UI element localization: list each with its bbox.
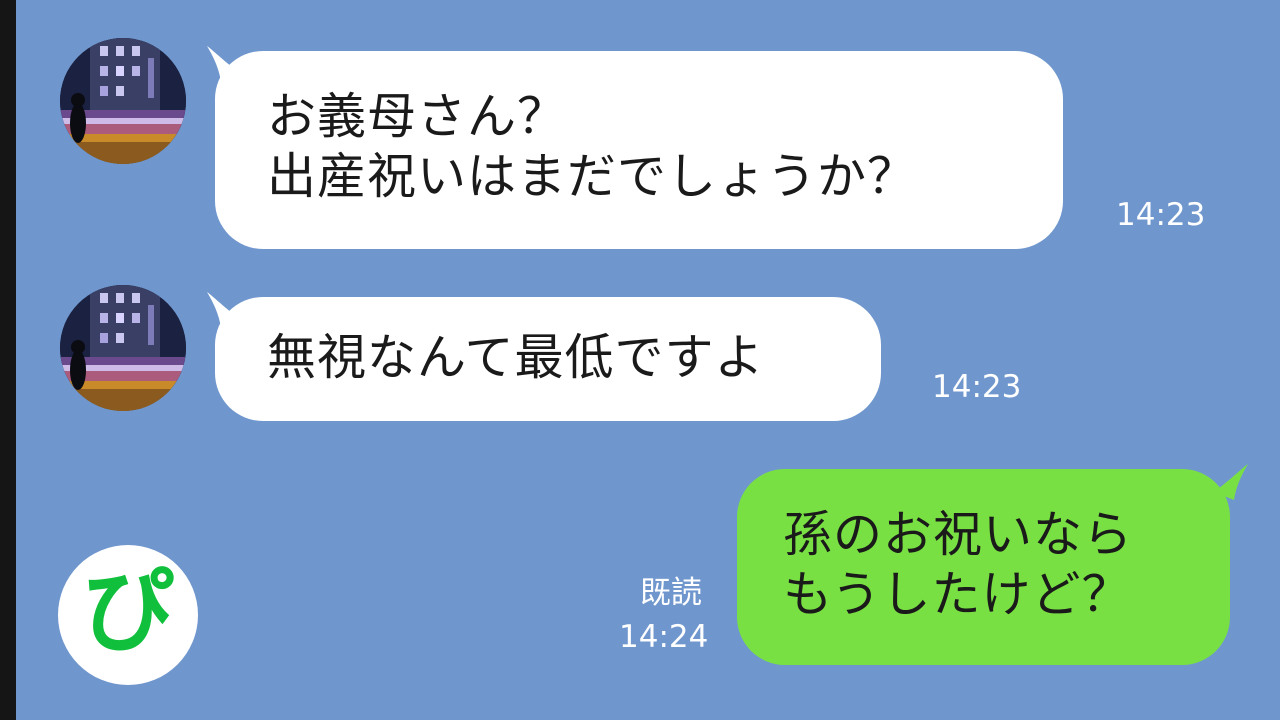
sender-avatar[interactable] bbox=[60, 38, 186, 164]
avatar-city-night-image bbox=[60, 285, 186, 411]
outgoing-message-bubble[interactable]: 孫のお祝いなら もうしたけど？ bbox=[737, 469, 1230, 665]
message-timestamp: 14:23 bbox=[932, 369, 1022, 405]
incoming-message-bubble[interactable]: お義母さん？ 出産祝いはまだでしょうか？ bbox=[215, 51, 1063, 249]
message-text-line: お義母さん？ bbox=[267, 88, 568, 145]
sender-avatar[interactable] bbox=[60, 285, 186, 411]
message-text-line: 無視なんて最低ですよ bbox=[267, 329, 765, 386]
message-timestamp: 14:24 bbox=[619, 619, 709, 655]
channel-logo: ぴ bbox=[58, 545, 198, 685]
incoming-message-bubble[interactable]: 無視なんて最低ですよ bbox=[215, 297, 881, 421]
message-text-line: 孫のお祝いなら bbox=[783, 506, 1134, 563]
message-text-line: 出産祝いはまだでしょうか？ bbox=[267, 148, 918, 205]
device-frame-edge bbox=[0, 0, 16, 720]
message-text-line: もうしたけど？ bbox=[783, 566, 1132, 623]
read-receipt: 既読 bbox=[640, 575, 702, 611]
avatar-city-night-image bbox=[60, 38, 186, 164]
message-timestamp: 14:23 bbox=[1116, 197, 1206, 233]
logo-glyph: ぴ bbox=[81, 558, 174, 665]
